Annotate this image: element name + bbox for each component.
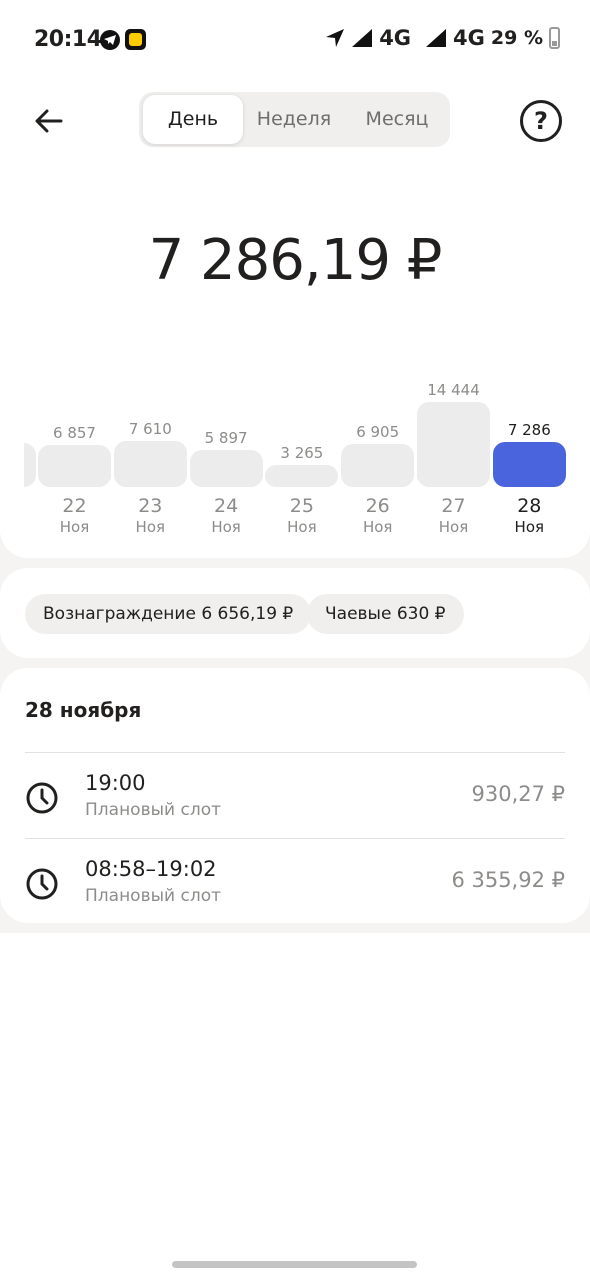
- status-right: 4G 4G 29 %: [325, 26, 560, 50]
- signal-icon-2: [426, 29, 447, 47]
- chart-month-label: Ноя: [135, 518, 166, 536]
- slots-list-card: 28 ноября 19:00 Плановый слот 930,27 ₽ 0…: [0, 668, 590, 923]
- status-time: 20:14: [34, 27, 102, 52]
- tab-month[interactable]: Месяц: [347, 92, 447, 147]
- signal-icon: [352, 29, 373, 47]
- chart-bar-partial: [24, 443, 36, 487]
- chart-bar-24[interactable]: [189, 450, 263, 487]
- chart-value-label: 7 286: [507, 421, 551, 440]
- network-type-2: 4G: [453, 26, 485, 50]
- clock-icon: [26, 782, 58, 814]
- tab-week[interactable]: Неделя: [244, 92, 344, 147]
- list-item[interactable]: 19:00 Плановый слот 930,27 ₽: [0, 753, 590, 839]
- chart-day-label: 27: [441, 495, 466, 517]
- chart-bar-26[interactable]: [341, 444, 415, 487]
- clock-icon: [26, 868, 58, 900]
- chart-value-label: 6 905: [356, 423, 400, 442]
- earnings-card: День Неделя Месяц ? 7 286,19 ₽ 6 857 22 Но…: [0, 80, 590, 558]
- chart-day-label: 28: [517, 495, 542, 517]
- chart-day-label: 23: [138, 495, 163, 517]
- slot-amount: 930,27 ₽: [471, 782, 565, 806]
- chart-month-label: Ноя: [59, 518, 90, 536]
- total-amount: 7 286,19 ₽: [148, 228, 443, 293]
- chart-value-label: 5 897: [204, 429, 248, 448]
- slot-time: 08:58–19:02: [85, 857, 217, 881]
- chart-bar-28[interactable]: [492, 442, 566, 487]
- status-bar: 20:14 4G 4G 29 %: [0, 0, 590, 80]
- home-indicator[interactable]: [172, 1261, 417, 1268]
- chart-day-label: 25: [289, 495, 314, 517]
- chart-value-label: 14 444: [427, 381, 480, 399]
- chart-value-label: 6 857: [53, 423, 96, 442]
- chart-month-label: Ноя: [362, 518, 393, 536]
- chart-month-label: Ноя: [438, 518, 469, 536]
- chart-value-label: 3 265: [280, 444, 324, 462]
- chart-bar-25[interactable]: [265, 465, 339, 487]
- chart-month-label: Ноя: [514, 518, 545, 536]
- location-arrow-icon: [326, 29, 345, 47]
- daily-earnings-chart: 6 857 22 Ноя 7 610 23 Ноя 5 897 24 Ноя 3 265 25 Ноя…: [0, 370, 590, 550]
- arrow-left-icon[interactable]: [33, 105, 65, 137]
- slot-amount: 6 355,92 ₽: [451, 868, 565, 892]
- reward-chip[interactable]: Вознаграждение 6 656,19 ₽: [25, 594, 312, 634]
- tips-chip[interactable]: Чаевые 630 ₽: [307, 594, 464, 634]
- network-type-1: 4G: [379, 26, 412, 50]
- slot-type: Плановый слот: [85, 886, 221, 906]
- chart-bar-27[interactable]: [417, 402, 490, 487]
- battery-icon: [549, 27, 560, 49]
- chart-bar-23[interactable]: [113, 440, 187, 487]
- slot-type: Плановый слот: [85, 800, 221, 820]
- list-date-title: 28 ноября: [25, 698, 142, 722]
- question-circle-icon[interactable]: ?: [520, 100, 562, 142]
- chart-bar-22[interactable]: [38, 444, 111, 487]
- telegram-icon: [100, 30, 120, 50]
- empty-area: [0, 933, 590, 1280]
- battery-percent: 29 %: [490, 27, 543, 49]
- list-item[interactable]: 08:58–19:02 Плановый слот 6 355,92 ₽: [0, 839, 590, 925]
- slot-time: 19:00: [85, 771, 146, 795]
- period-switcher: День Неделя Месяц: [139, 92, 450, 147]
- chart-day-label: 24: [214, 495, 239, 517]
- chart-month-label: Ноя: [287, 518, 317, 536]
- chart-value-label: 7 610: [128, 419, 172, 438]
- summary-chips-card: Вознаграждение 6 656,19 ₽ Чаевые 630 ₽: [0, 568, 590, 658]
- chart-month-label: Ноя: [211, 518, 241, 536]
- tab-day[interactable]: День: [143, 95, 243, 144]
- chart-day-label: 26: [365, 495, 390, 517]
- app-notification-icon: [125, 29, 146, 50]
- chart-day-label: 22: [62, 495, 87, 517]
